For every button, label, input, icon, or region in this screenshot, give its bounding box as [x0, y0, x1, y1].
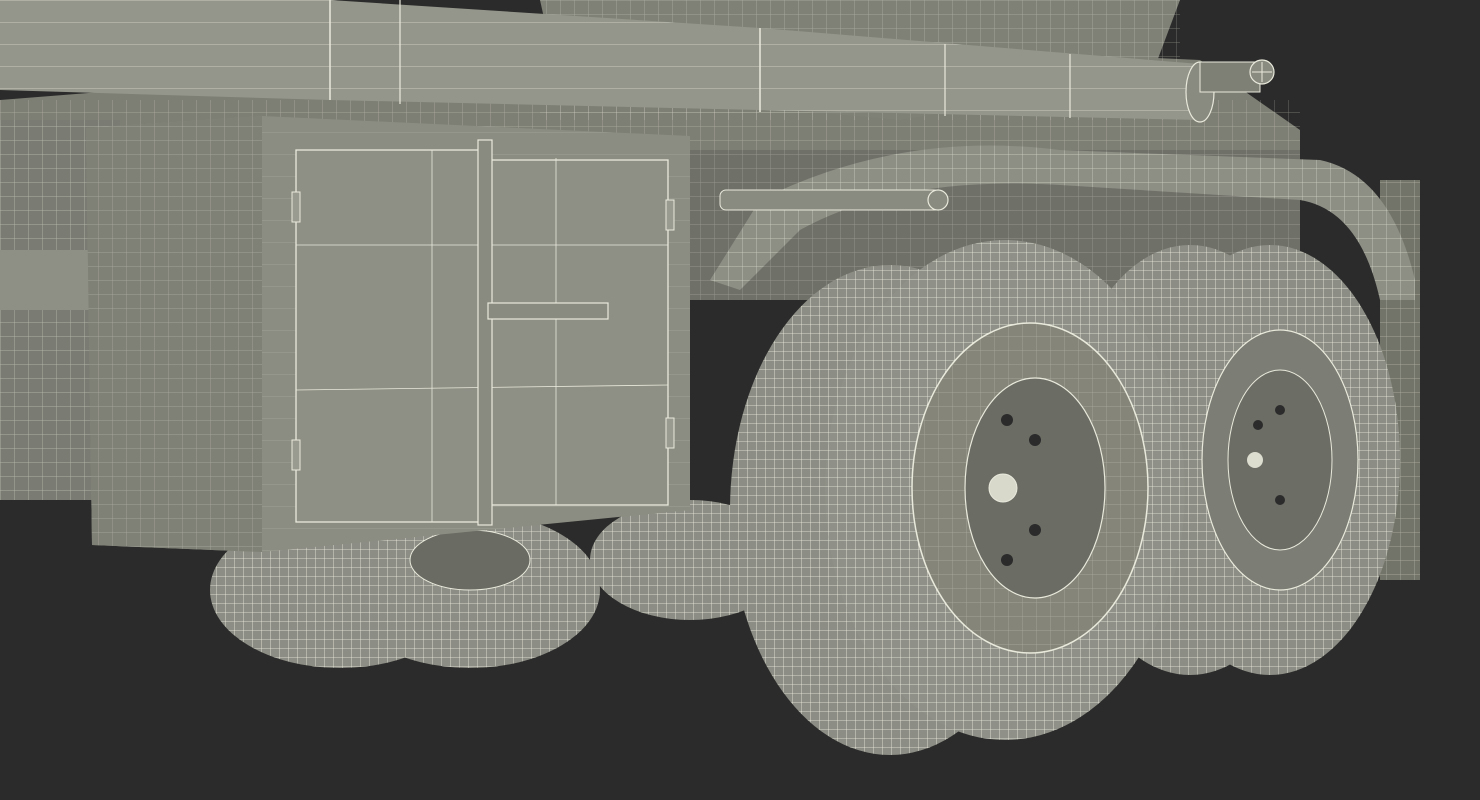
tool-box — [86, 116, 690, 552]
truck-wireframe-illustration — [0, 0, 1420, 755]
door-latch-rod — [477, 139, 493, 526]
tool-box-door-right — [485, 159, 669, 506]
door-handle — [487, 302, 609, 320]
rear-dual-wheel-front — [730, 240, 1185, 755]
render-viewport — [0, 0, 1480, 800]
tool-box-door-left — [295, 149, 487, 523]
